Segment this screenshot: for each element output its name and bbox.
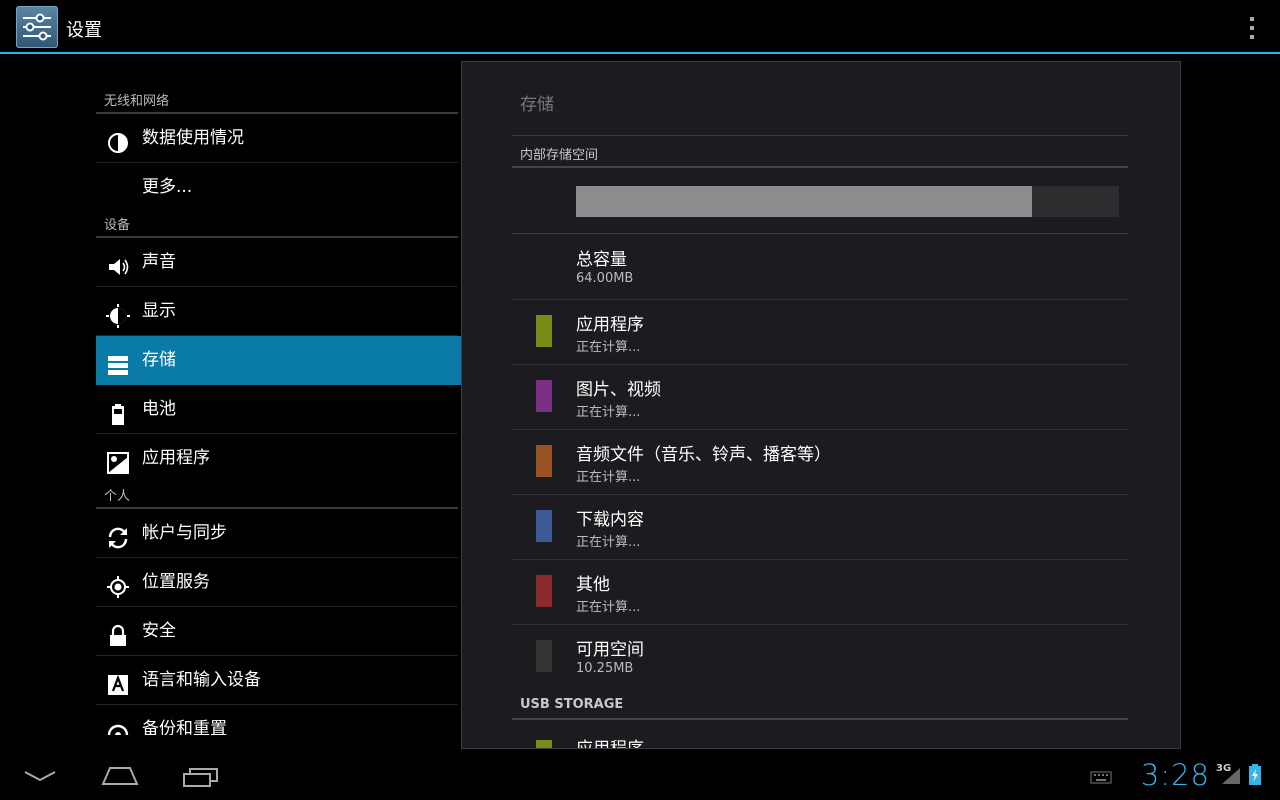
pane-title: 存储	[520, 95, 554, 115]
section-header-wireless: 无线和网络	[96, 88, 458, 114]
lock-icon	[106, 619, 130, 646]
language-icon	[106, 668, 130, 695]
page-title: 设置	[66, 20, 102, 41]
sidebar-item-label: 数据使用情况	[142, 128, 244, 148]
row-title: 应用程序	[576, 315, 644, 335]
recent-apps-button[interactable]	[182, 766, 220, 792]
row-value: 10.25MB	[576, 661, 634, 676]
sidebar-item-label: 语言和输入设备	[142, 670, 261, 690]
sidebar-item-language[interactable]: 语言和输入设备	[96, 656, 458, 705]
storage-row-total[interactable]: 总容量 64.00MB	[512, 234, 1128, 300]
row-value: 64.00MB	[576, 271, 634, 286]
color-swatch	[536, 380, 552, 412]
row-title: 其他	[576, 575, 610, 595]
battery-icon	[106, 397, 130, 425]
row-title: 应用程序	[576, 739, 644, 749]
status-clock[interactable]: 3:28	[1141, 758, 1210, 792]
sidebar-item-label: 电池	[142, 399, 176, 419]
sidebar-item-apps[interactable]: 应用程序	[96, 434, 458, 483]
row-value: 正在计算...	[576, 600, 641, 615]
divider	[512, 135, 1128, 136]
keyboard-icon	[1090, 770, 1112, 789]
sidebar-item-battery[interactable]: 电池	[96, 385, 458, 434]
sidebar-item-label: 位置服务	[142, 572, 210, 592]
sidebar-item-location[interactable]: 位置服务	[96, 558, 458, 607]
sidebar-item-security[interactable]: 安全	[96, 607, 458, 656]
row-value: 正在计算...	[576, 470, 641, 485]
section-header-device: 设备	[96, 212, 458, 238]
color-swatch	[536, 640, 552, 672]
sidebar-item-label: 显示	[142, 301, 176, 321]
sidebar-item-storage[interactable]: 存储	[96, 336, 462, 385]
section-header-internal: 内部存储空间	[520, 148, 599, 163]
home-button[interactable]	[100, 764, 140, 792]
location-icon	[106, 570, 130, 598]
row-value: 正在计算...	[576, 535, 641, 550]
color-swatch	[536, 740, 552, 748]
back-button[interactable]	[22, 768, 58, 788]
color-swatch	[536, 575, 552, 607]
section-header-personal: 个人	[96, 483, 458, 509]
color-swatch	[536, 510, 552, 542]
storage-usage-fill	[576, 186, 1033, 217]
sidebar-item-account-sync[interactable]: 帐户与同步	[96, 509, 458, 558]
sidebar-item-data-usage[interactable]: 数据使用情况	[96, 114, 458, 163]
sidebar-item-more[interactable]: 更多...	[96, 163, 458, 212]
sidebar-item-label: 安全	[142, 621, 176, 641]
section-header-usb: USB STORAGE	[520, 697, 624, 712]
sync-icon	[106, 521, 130, 549]
sidebar-item-label: 存储	[142, 350, 176, 370]
row-title: 下载内容	[576, 510, 644, 530]
row-value: 正在计算...	[576, 405, 641, 420]
sidebar-item-label: 备份和重置	[142, 719, 227, 735]
overflow-menu-icon[interactable]	[1244, 16, 1260, 40]
color-swatch	[536, 445, 552, 477]
sidebar-item-display[interactable]: 显示	[96, 287, 458, 336]
storage-row-downloads[interactable]: 下载内容 正在计算...	[512, 494, 1128, 560]
storage-row-usb-apps[interactable]: 应用程序	[512, 726, 1128, 749]
display-icon	[106, 299, 130, 328]
battery-charging-icon	[1248, 764, 1262, 790]
sidebar-item-sound[interactable]: 声音	[96, 238, 458, 287]
storage-icon	[106, 348, 130, 375]
row-title: 可用空间	[576, 640, 644, 660]
row-title: 图片、视频	[576, 380, 661, 400]
row-title: 音频文件（音乐、铃声、播客等）	[576, 445, 831, 465]
backup-icon	[106, 717, 130, 735]
sidebar-item-label: 声音	[142, 252, 176, 272]
storage-row-other[interactable]: 其他 正在计算...	[512, 559, 1128, 625]
sound-icon	[106, 250, 130, 275]
apps-icon	[106, 446, 130, 474]
row-title: 总容量	[576, 250, 627, 270]
storage-row-apps[interactable]: 应用程序 正在计算...	[512, 299, 1128, 365]
sidebar-item-label: 帐户与同步	[142, 523, 227, 543]
storage-row-available[interactable]: 可用空间 10.25MB	[512, 624, 1128, 689]
row-value: 正在计算...	[576, 340, 641, 355]
system-nav-bar: 3:28 3G	[0, 754, 1280, 800]
storage-usage-bar	[576, 186, 1119, 217]
data-usage-icon	[106, 126, 130, 153]
action-bar: 设置	[0, 0, 1280, 54]
divider	[512, 166, 1128, 168]
storage-row-audio[interactable]: 音频文件（音乐、铃声、播客等） 正在计算...	[512, 429, 1128, 495]
signal-icon	[1220, 766, 1242, 790]
storage-pane: 存储 内部存储空间 总容量 64.00MB 应用程序 正在计算... 图片、视频…	[461, 61, 1181, 749]
sidebar-item-backup[interactable]: 备份和重置	[96, 705, 458, 735]
settings-list: 无线和网络 数据使用情况 更多... 设备 声音 显示 存储 电池 应用程序 个…	[96, 88, 462, 735]
storage-row-pictures-videos[interactable]: 图片、视频 正在计算...	[512, 364, 1128, 430]
sidebar-item-label: 应用程序	[142, 448, 210, 468]
divider	[512, 718, 1128, 720]
sidebar-item-label: 更多...	[142, 177, 193, 197]
color-swatch	[536, 315, 552, 347]
settings-app-icon[interactable]	[16, 6, 58, 48]
